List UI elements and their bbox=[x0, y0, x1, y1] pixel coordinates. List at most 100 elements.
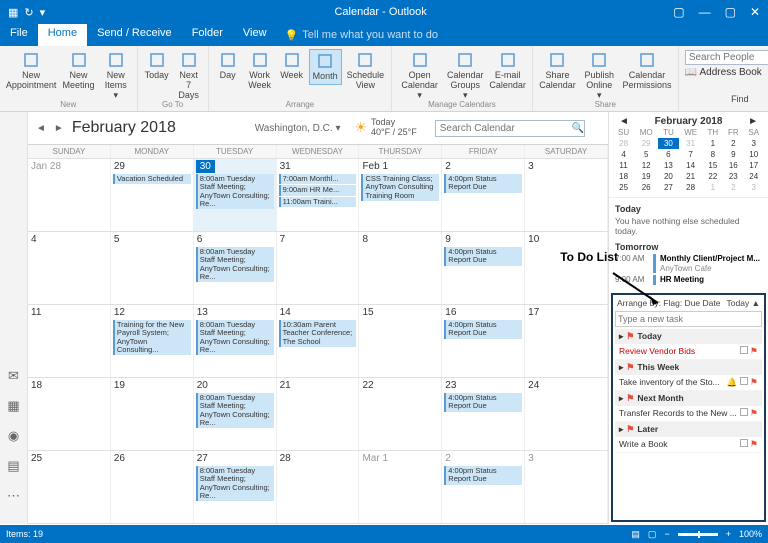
event[interactable]: 10:30am Parent Teacher Conference; The S… bbox=[279, 320, 357, 347]
tab-send-receive[interactable]: Send / Receive bbox=[87, 24, 182, 46]
mini-day[interactable]: 21 bbox=[679, 171, 703, 182]
day-cell[interactable]: 26 bbox=[111, 451, 194, 523]
day-cell[interactable]: 25 bbox=[28, 451, 111, 523]
day-cell[interactable]: 15 bbox=[359, 305, 442, 377]
mini-day[interactable]: 24 bbox=[744, 171, 764, 182]
tab-view[interactable]: View bbox=[233, 24, 277, 46]
day-cell[interactable]: 4 bbox=[28, 232, 111, 304]
day-cell[interactable]: 22 bbox=[359, 378, 442, 450]
event[interactable]: 4:00pm Status Report Due bbox=[444, 320, 522, 339]
event[interactable]: 8:00am Tuesday Staff Meeting; AnyTown Co… bbox=[196, 320, 274, 355]
checkbox[interactable] bbox=[740, 346, 748, 354]
day-cell[interactable]: 164:00pm Status Report Due bbox=[442, 305, 525, 377]
day-cell[interactable]: Jan 28 bbox=[28, 159, 111, 231]
todo-group-header[interactable]: ▸ ⚑ Today bbox=[615, 329, 762, 344]
day-cell[interactable]: 18 bbox=[28, 378, 111, 450]
day-cell[interactable]: 19 bbox=[111, 378, 194, 450]
mini-day[interactable]: 12 bbox=[634, 160, 658, 171]
search-icon[interactable]: 🔍 bbox=[572, 123, 584, 134]
todo-sort[interactable]: Today ▲ bbox=[727, 298, 760, 308]
minimize-button[interactable]: ― bbox=[699, 5, 711, 19]
more-icon[interactable]: ⋯ bbox=[7, 488, 20, 504]
todo-group-header[interactable]: ▸ ⚑ This Week bbox=[615, 360, 762, 375]
day-cell[interactable]: 7 bbox=[277, 232, 360, 304]
day-cell[interactable]: 24:00pm Status Report Due bbox=[442, 159, 525, 231]
mini-day[interactable]: 1 bbox=[703, 182, 723, 193]
day-cell[interactable]: Feb 1CSS Training Class; AnyTown Consult… bbox=[359, 159, 442, 231]
search-calendar-input[interactable] bbox=[435, 120, 585, 137]
event[interactable]: 4:00pm Status Report Due bbox=[444, 247, 522, 266]
next-daysbutton[interactable]: Next 7Days bbox=[174, 49, 204, 103]
mini-day[interactable]: 29 bbox=[634, 138, 658, 149]
event[interactable]: 7:00am Monthl... bbox=[279, 174, 357, 184]
flag-icon[interactable]: ⚑ bbox=[750, 377, 758, 387]
event[interactable]: Training for the New Payroll System; Any… bbox=[113, 320, 191, 355]
schedule-viewbutton[interactable]: ScheduleView bbox=[344, 49, 388, 93]
address-book-button[interactable]: 📖 Address Book bbox=[685, 67, 768, 78]
mini-day[interactable]: 30 bbox=[658, 138, 678, 149]
tab-home[interactable]: Home bbox=[38, 24, 87, 46]
day-cell[interactable]: 24 bbox=[525, 378, 608, 450]
mini-day[interactable]: 15 bbox=[703, 160, 723, 171]
mini-day[interactable]: 2 bbox=[723, 138, 743, 149]
flag-icon[interactable]: ⚑ bbox=[750, 408, 758, 418]
day-cell[interactable]: 11 bbox=[28, 305, 111, 377]
mini-day[interactable]: 25 bbox=[613, 182, 634, 193]
close-button[interactable]: ✕ bbox=[750, 5, 760, 19]
tab-file[interactable]: File bbox=[0, 24, 38, 46]
mini-day[interactable]: 1 bbox=[703, 138, 723, 149]
mini-day[interactable]: 8 bbox=[703, 149, 723, 160]
mini-day[interactable]: 9 bbox=[723, 149, 743, 160]
work-weekbutton[interactable]: WorkWeek bbox=[245, 49, 275, 93]
event[interactable]: 8:00am Tuesday Staff Meeting; AnyTown Co… bbox=[196, 174, 274, 209]
day-cell[interactable]: 3 bbox=[525, 159, 608, 231]
tasks-icon[interactable]: ▤ bbox=[7, 458, 19, 474]
todo-group-header[interactable]: ▸ ⚑ Later bbox=[615, 422, 762, 437]
day-cell[interactable]: 94:00pm Status Report Due bbox=[442, 232, 525, 304]
todo-item[interactable]: Transfer Records to the New ... ⚑ bbox=[615, 406, 762, 422]
calendar-icon[interactable]: ▦ bbox=[7, 398, 19, 414]
day-cell[interactable]: 17 bbox=[525, 305, 608, 377]
day-cell[interactable]: 29Vacation Scheduled bbox=[111, 159, 194, 231]
new-task-input[interactable] bbox=[615, 311, 762, 327]
new-appointmentbutton[interactable]: NewAppointment bbox=[4, 49, 58, 93]
mini-day[interactable]: 28 bbox=[613, 138, 634, 149]
prev-month-button[interactable]: ◄ bbox=[36, 123, 46, 134]
day-cell[interactable]: 317:00am Monthl...9:00am HR Me...11:00am… bbox=[277, 159, 360, 231]
sync-icon[interactable]: ↻ bbox=[24, 6, 33, 19]
mini-day[interactable]: 26 bbox=[634, 182, 658, 193]
day-cell[interactable]: 5 bbox=[111, 232, 194, 304]
zoom-in-button[interactable]: + bbox=[726, 529, 731, 539]
mini-day[interactable]: 7 bbox=[679, 149, 703, 160]
new-meetingbutton[interactable]: NewMeeting bbox=[60, 49, 97, 93]
day-cell[interactable]: 1410:30am Parent Teacher Conference; The… bbox=[277, 305, 360, 377]
view-normal-icon[interactable]: ▤ bbox=[631, 529, 640, 540]
mini-day[interactable]: 3 bbox=[744, 138, 764, 149]
event[interactable]: Vacation Scheduled bbox=[113, 174, 191, 184]
day-cell[interactable]: 68:00am Tuesday Staff Meeting; AnyTown C… bbox=[194, 232, 277, 304]
agenda-item[interactable]: 9:00 AMHR Meeting bbox=[615, 275, 762, 285]
mini-day[interactable]: 14 bbox=[679, 160, 703, 171]
day-cell[interactable]: 12Training for the New Payroll System; A… bbox=[111, 305, 194, 377]
day-cell[interactable]: 308:00am Tuesday Staff Meeting; AnyTown … bbox=[194, 159, 277, 231]
event[interactable]: 4:00pm Status Report Due bbox=[444, 174, 522, 193]
mini-day[interactable]: 6 bbox=[658, 149, 678, 160]
checkbox[interactable] bbox=[740, 439, 748, 447]
mini-day[interactable]: 20 bbox=[658, 171, 678, 182]
mini-day[interactable]: 31 bbox=[679, 138, 703, 149]
day-cell[interactable]: 24:00pm Status Report Due bbox=[442, 451, 525, 523]
e-mail-calendarbutton[interactable]: E-mailCalendar bbox=[487, 49, 527, 93]
location-picker[interactable]: Washington, D.C. ▾ bbox=[255, 123, 341, 134]
flag-icon[interactable]: ⚑ bbox=[750, 346, 758, 356]
flag-icon[interactable]: ⚑ bbox=[750, 439, 758, 449]
mini-next-button[interactable]: ► bbox=[748, 116, 758, 127]
mini-day[interactable]: 10 bbox=[744, 149, 764, 160]
day-cell[interactable]: 21 bbox=[277, 378, 360, 450]
mini-day[interactable]: 16 bbox=[723, 160, 743, 171]
ribbon-toggle-icon[interactable]: ▢ bbox=[673, 5, 684, 19]
event[interactable]: 8:00am Tuesday Staff Meeting; AnyTown Co… bbox=[196, 247, 274, 282]
checkbox[interactable] bbox=[740, 377, 748, 385]
mini-day[interactable]: 4 bbox=[613, 149, 634, 160]
search-people-input[interactable] bbox=[685, 50, 768, 65]
mini-day[interactable]: 17 bbox=[744, 160, 764, 171]
